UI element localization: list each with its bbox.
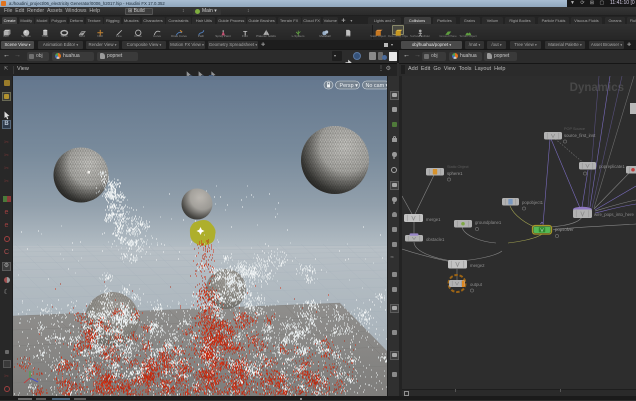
svg-text:Persp ▾: Persp ▾ (340, 83, 359, 89)
svg-text:No cam ▾: No cam ▾ (366, 83, 388, 89)
svg-text:Dynamics: Dynamics (570, 82, 624, 94)
svg-text:sphere1: sphere1 (447, 171, 463, 176)
svg-text:POP Source: POP Source (564, 127, 585, 131)
svg-text:popreplicate1: popreplicate1 (599, 164, 625, 169)
svg-text:popobject1: popobject1 (522, 200, 544, 205)
svg-text:source_first_inst: source_first_inst (564, 133, 596, 138)
svg-text:obstacle1: obstacle1 (426, 237, 445, 242)
svg-text:popsolver: popsolver (555, 227, 574, 232)
svg-text:groundplane1: groundplane1 (475, 220, 502, 225)
svg-text:Static Object: Static Object (447, 165, 469, 169)
svg-text:merge2: merge2 (470, 263, 485, 268)
svg-text:output: output (470, 282, 483, 287)
svg-text:wire_pops_into_here: wire_pops_into_here (594, 212, 635, 217)
svg-text:merge1: merge1 (426, 217, 441, 222)
